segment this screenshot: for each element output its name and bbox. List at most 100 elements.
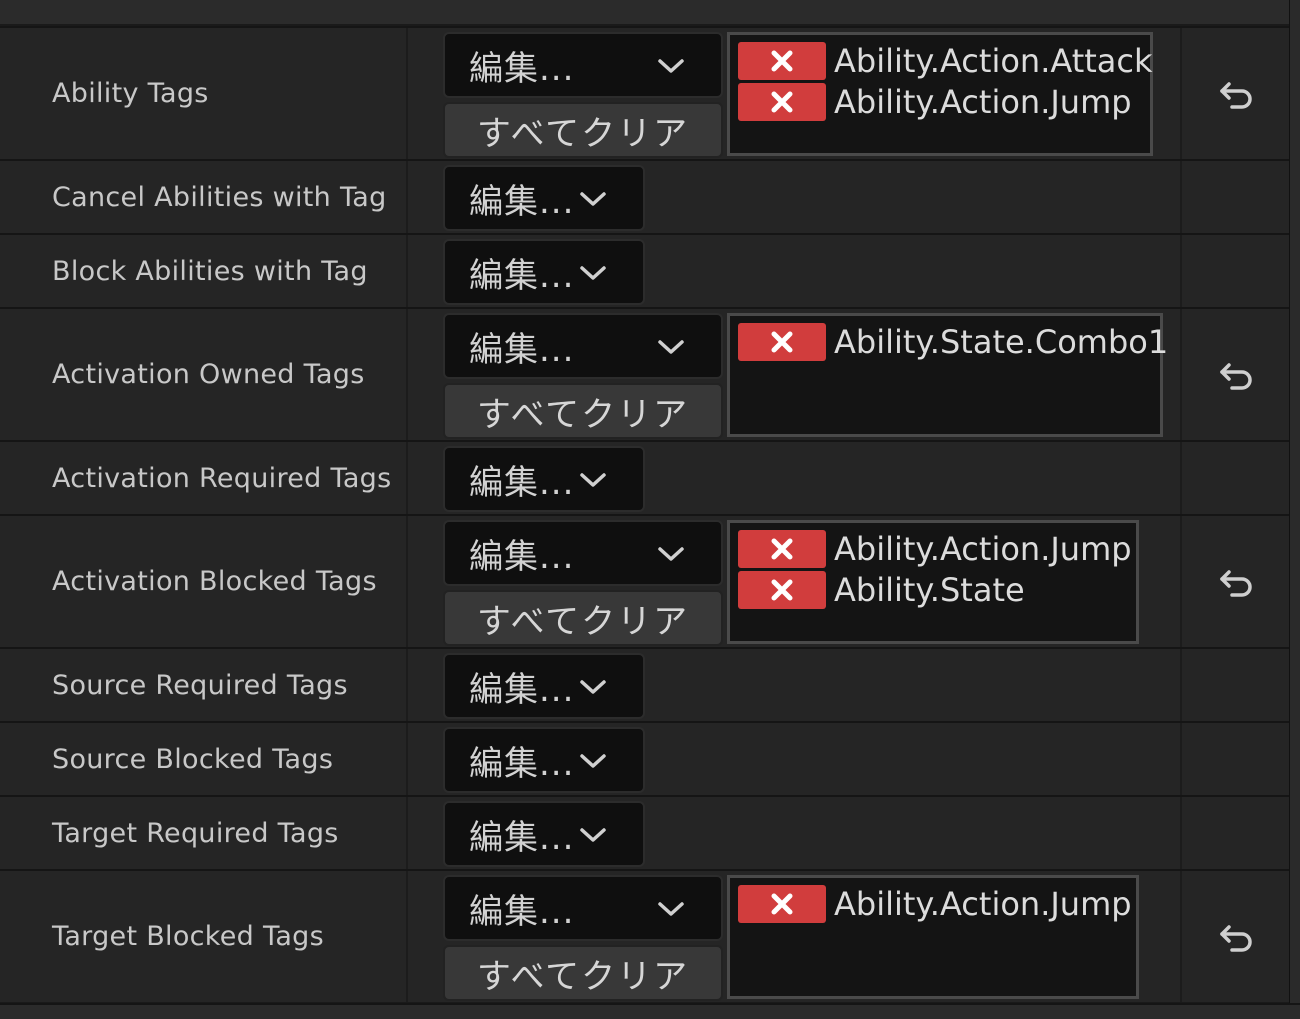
property-row-target-required-tags: Target Required Tags 編集...	[0, 795, 1290, 869]
property-name-cell: Block Abilities with Tag	[0, 235, 408, 307]
property-name-cell: Source Blocked Tags	[0, 723, 408, 795]
reset-cell	[1180, 871, 1290, 1002]
property-row-block-abilities-with-tag: Block Abilities with Tag 編集...	[0, 233, 1290, 307]
reset-cell	[1180, 309, 1290, 440]
reset-cell	[1180, 235, 1290, 307]
close-icon	[771, 50, 793, 72]
reset-cell	[1180, 797, 1290, 869]
edit-dropdown-button[interactable]: 編集...	[443, 653, 645, 719]
clear-all-button[interactable]: すべてクリア	[443, 590, 723, 646]
reset-to-default-icon[interactable]	[1216, 917, 1256, 957]
edit-dropdown-button[interactable]: 編集...	[443, 313, 723, 379]
clear-all-button[interactable]: すべてクリア	[443, 383, 723, 439]
edit-label: 編集...	[469, 743, 575, 784]
property-row-ability-tags: Ability Tags 編集... すべてクリア Ability.Action…	[0, 26, 1290, 159]
tag-name: Ability.Action.Jump	[834, 83, 1132, 121]
property-label: Activation Owned Tags	[52, 359, 365, 390]
edit-label: 編集...	[469, 181, 575, 222]
edit-dropdown-button[interactable]: 編集...	[443, 32, 723, 98]
chevron-down-icon	[658, 59, 684, 73]
property-row-activation-required-tags: Activation Required Tags 編集...	[0, 440, 1290, 514]
reset-to-default-icon[interactable]	[1216, 562, 1256, 602]
edit-dropdown-button[interactable]: 編集...	[443, 875, 723, 941]
property-label: Source Blocked Tags	[52, 743, 334, 775]
remove-tag-button[interactable]	[738, 83, 826, 121]
remove-tag-button[interactable]	[738, 323, 826, 361]
property-name-cell: Activation Blocked Tags	[0, 516, 408, 647]
tag-item: Ability.Action.Jump	[738, 82, 1132, 122]
tag-item: Ability.Action.Jump	[738, 884, 1132, 924]
close-icon	[771, 538, 793, 560]
reset-cell	[1180, 649, 1290, 721]
property-label: Ability Tags	[52, 78, 209, 109]
reset-cell	[1180, 516, 1290, 647]
tag-name: Ability.Action.Attack	[834, 42, 1153, 80]
tag-name: Ability.State.Combo1	[834, 323, 1169, 361]
property-row-activation-blocked-tags: Activation Blocked Tags 編集... すべてクリア Abi…	[0, 514, 1290, 647]
property-row-source-blocked-tags: Source Blocked Tags 編集...	[0, 721, 1290, 795]
reset-cell	[1180, 723, 1290, 795]
reset-to-default-icon[interactable]	[1216, 74, 1256, 114]
property-row-source-required-tags: Source Required Tags 編集...	[0, 647, 1290, 721]
tag-name: Ability.State	[834, 571, 1025, 609]
edit-label: 編集...	[469, 669, 575, 710]
reset-cell	[1180, 442, 1290, 514]
edit-label: 編集...	[469, 329, 575, 370]
property-row-target-blocked-tags: Target Blocked Tags 編集... すべてクリア Ability…	[0, 869, 1290, 1002]
clear-all-button[interactable]: すべてクリア	[443, 102, 723, 158]
tag-list: Ability.State.Combo1	[727, 313, 1168, 437]
reset-cell	[1180, 28, 1290, 159]
property-name-cell: Activation Required Tags	[0, 442, 408, 514]
panel-top-bar	[0, 0, 1300, 26]
property-row-cancel-abilities-with-tag: Cancel Abilities with Tag 編集...	[0, 159, 1290, 233]
tag-list: Ability.Action.Jump	[727, 875, 1139, 999]
edit-dropdown-button[interactable]: 編集...	[443, 239, 645, 305]
edit-label: 編集...	[469, 891, 575, 932]
remove-tag-button[interactable]	[738, 42, 826, 80]
close-icon	[771, 579, 793, 601]
edit-label: 編集...	[469, 255, 575, 296]
property-label: Activation Blocked Tags	[52, 566, 377, 597]
property-label: Target Blocked Tags	[52, 921, 324, 952]
edit-dropdown-button[interactable]: 編集...	[443, 446, 645, 512]
tag-item: Ability.Action.Attack	[738, 41, 1153, 81]
chevron-down-icon	[580, 754, 606, 768]
edit-dropdown-button[interactable]: 編集...	[443, 727, 645, 793]
edit-label: 編集...	[469, 536, 575, 577]
reset-cell	[1180, 161, 1290, 233]
property-row-activation-owned-tags: Activation Owned Tags 編集... すべてクリア Abili…	[0, 307, 1290, 440]
panel-scrollbar-track[interactable]	[1289, 0, 1300, 1019]
clear-all-button[interactable]: すべてクリア	[443, 945, 723, 1001]
reset-to-default-icon[interactable]	[1216, 355, 1256, 395]
property-label: Block Abilities with Tag	[52, 255, 368, 287]
property-name-cell: Activation Owned Tags	[0, 309, 408, 440]
chevron-down-icon	[658, 340, 684, 354]
edit-dropdown-button[interactable]: 編集...	[443, 801, 645, 867]
property-name-cell: Cancel Abilities with Tag	[0, 161, 408, 233]
edit-label: 編集...	[469, 462, 575, 503]
panel-bottom-bar	[0, 1003, 1300, 1019]
chevron-down-icon	[658, 547, 684, 561]
close-icon	[771, 893, 793, 915]
chevron-down-icon	[580, 266, 606, 280]
chevron-down-icon	[580, 192, 606, 206]
chevron-down-icon	[658, 902, 684, 916]
tag-item: Ability.Action.Jump	[738, 529, 1132, 569]
tag-name: Ability.Action.Jump	[834, 530, 1132, 568]
property-label: Source Required Tags	[52, 669, 348, 701]
chevron-down-icon	[580, 828, 606, 842]
close-icon	[771, 331, 793, 353]
tag-list: Ability.Action.Attack Ability.Action.Jum…	[727, 32, 1153, 156]
property-name-cell: Source Required Tags	[0, 649, 408, 721]
tag-item: Ability.State	[738, 570, 1025, 610]
edit-dropdown-button[interactable]: 編集...	[443, 520, 723, 586]
remove-tag-button[interactable]	[738, 571, 826, 609]
edit-dropdown-button[interactable]: 編集...	[443, 165, 645, 231]
property-label: Cancel Abilities with Tag	[52, 181, 387, 213]
gameplay-tags-panel: Ability Tags 編集... すべてクリア Ability.Action…	[0, 0, 1300, 1019]
edit-label: 編集...	[469, 817, 575, 858]
tag-list: Ability.Action.Jump Ability.State	[727, 520, 1139, 644]
remove-tag-button[interactable]	[738, 885, 826, 923]
property-label: Activation Required Tags	[52, 462, 392, 494]
remove-tag-button[interactable]	[738, 530, 826, 568]
